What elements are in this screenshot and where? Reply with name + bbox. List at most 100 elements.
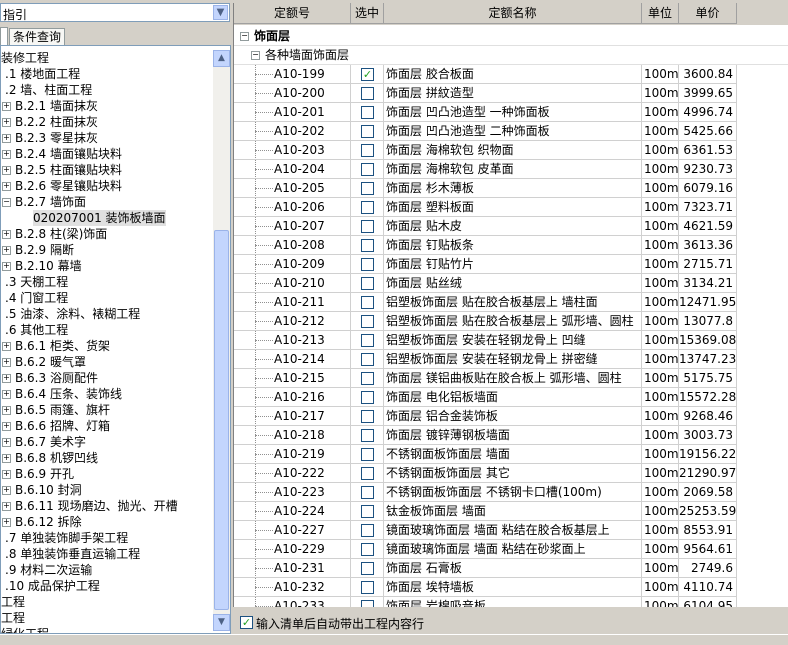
tree-item[interactable]: .1 楼地面工程 bbox=[1, 66, 213, 82]
select-checkbox[interactable] bbox=[361, 600, 374, 607]
expand-icon[interactable]: + bbox=[2, 182, 11, 191]
table-row[interactable]: A10-204 饰面层 海棉软包 皮革面100m29230.73 bbox=[234, 160, 788, 179]
expand-icon[interactable]: + bbox=[2, 422, 11, 431]
table-row[interactable]: A10-216 饰面层 电化铝板墙面100m215572.28 bbox=[234, 388, 788, 407]
select-checkbox[interactable] bbox=[361, 163, 374, 176]
select-checkbox[interactable] bbox=[361, 505, 374, 518]
tree-item[interactable]: 工程 bbox=[1, 594, 213, 610]
tree-item[interactable]: + B.6.10 封洞 bbox=[1, 482, 213, 498]
select-checkbox[interactable] bbox=[361, 334, 374, 347]
collapse-icon[interactable]: − bbox=[2, 198, 11, 207]
select-checkbox[interactable] bbox=[361, 581, 374, 594]
table-row[interactable]: A10-203 饰面层 海棉软包 织物面100m26361.53 bbox=[234, 141, 788, 160]
expand-icon[interactable]: + bbox=[2, 118, 11, 127]
table-row[interactable]: A10-200 饰面层 拼紋造型100m23999.65 bbox=[234, 84, 788, 103]
tree-item[interactable]: .6 其他工程 bbox=[1, 322, 213, 338]
table-row[interactable]: A10-224 钛金板饰面层 墙面100m225253.59 bbox=[234, 502, 788, 521]
select-checkbox[interactable] bbox=[361, 87, 374, 100]
tab-condition-query[interactable]: 条件查询 bbox=[9, 28, 65, 45]
expand-icon[interactable]: + bbox=[2, 342, 11, 351]
table-row[interactable]: A10-215 饰面层 镁铝曲板贴在胶合板上 弧形墙、圆柱100m25175.75 bbox=[234, 369, 788, 388]
tree-item[interactable]: − B.2.7 墙饰面 bbox=[1, 194, 213, 210]
table-row[interactable]: A10-208 饰面层 钉贴板条100m23613.36 bbox=[234, 236, 788, 255]
table-row[interactable]: A10-202 饰面层 凹凸池造型 二种饰面板100m25425.66 bbox=[234, 122, 788, 141]
select-checkbox[interactable] bbox=[361, 429, 374, 442]
table-row[interactable]: A10-211 铝塑板饰面层 贴在胶合板基层上 墙柱面100m212471.95 bbox=[234, 293, 788, 312]
tree-item[interactable]: + B.6.12 拆除 bbox=[1, 514, 213, 530]
scroll-up-icon[interactable]: ▲ bbox=[213, 50, 230, 67]
expand-icon[interactable]: + bbox=[2, 406, 11, 415]
table-row[interactable]: A10-233 饰面层 岩棉吸音板100m26104.95 bbox=[234, 597, 788, 607]
table-row[interactable]: A10-214 铝塑板饰面层 安装在轻钢龙骨上 拼密缝100m213747.23 bbox=[234, 350, 788, 369]
tree-item[interactable]: + B.2.2 柱面抹灰 bbox=[1, 114, 213, 130]
expand-icon[interactable]: + bbox=[2, 230, 11, 239]
tree-item[interactable]: 工程 bbox=[1, 610, 213, 626]
select-checkbox[interactable] bbox=[361, 201, 374, 214]
select-checkbox[interactable] bbox=[361, 144, 374, 157]
tree-item[interactable]: .7 单独装饰脚手架工程 bbox=[1, 530, 213, 546]
tree-item[interactable]: .3 天棚工程 bbox=[1, 274, 213, 290]
table-row[interactable]: A10-227 镜面玻璃饰面层 墙面 粘结在胶合板基层上100m28553.91 bbox=[234, 521, 788, 540]
tree-item[interactable]: .4 门窗工程 bbox=[1, 290, 213, 306]
table-row[interactable]: A10-217 饰面层 铝合金装饰板100m29268.46 bbox=[234, 407, 788, 426]
select-checkbox[interactable] bbox=[361, 277, 374, 290]
tree-item[interactable]: + B.2.1 墙面抹灰 bbox=[1, 98, 213, 114]
expand-icon[interactable]: + bbox=[2, 454, 11, 463]
table-row[interactable]: A10-218 饰面层 镀锌薄钢板墙面100m23003.73 bbox=[234, 426, 788, 445]
tree-item[interactable]: 020207001 装饰板墙面 bbox=[1, 210, 213, 226]
table-row[interactable]: A10-212 铝塑板饰面层 贴在胶合板基层上 弧形墙、圆柱100m213077.… bbox=[234, 312, 788, 331]
expand-icon[interactable]: + bbox=[2, 102, 11, 111]
select-checkbox[interactable] bbox=[361, 106, 374, 119]
tree-item[interactable]: + B.6.7 美术字 bbox=[1, 434, 213, 450]
expand-icon[interactable]: + bbox=[2, 502, 11, 511]
tree-item[interactable]: .8 单独装饰垂直运输工程 bbox=[1, 546, 213, 562]
select-checkbox[interactable] bbox=[361, 467, 374, 480]
select-checkbox[interactable] bbox=[361, 524, 374, 537]
expand-icon[interactable]: + bbox=[2, 134, 11, 143]
select-checkbox[interactable] bbox=[361, 486, 374, 499]
table-row[interactable]: A10-205 饰面层 杉木薄板100m26079.16 bbox=[234, 179, 788, 198]
table-row[interactable]: A10-201 饰面层 凹凸池造型 一种饰面板100m24996.74 bbox=[234, 103, 788, 122]
select-checkbox[interactable] bbox=[361, 239, 374, 252]
table-row[interactable]: A10-232 饰面层 埃特墙板100m24110.74 bbox=[234, 578, 788, 597]
select-checkbox[interactable] bbox=[361, 410, 374, 423]
tree-item[interactable]: + B.2.5 柱面镶贴块料 bbox=[1, 162, 213, 178]
tree-item[interactable]: + B.6.11 现场磨边、抛光、开槽 bbox=[1, 498, 213, 514]
table-row[interactable]: A10-199 ✓ 饰面层 胶合板面100m23600.84 bbox=[234, 65, 788, 84]
tree-item[interactable]: + B.6.6 招牌、灯箱 bbox=[1, 418, 213, 434]
tab-guide[interactable] bbox=[0, 27, 8, 45]
select-checkbox[interactable] bbox=[361, 182, 374, 195]
tree-item[interactable]: + B.6.8 机锣凹线 bbox=[1, 450, 213, 466]
select-checkbox[interactable] bbox=[361, 543, 374, 556]
select-checkbox[interactable] bbox=[361, 391, 374, 404]
tree-item[interactable]: 绿化工程 bbox=[1, 626, 213, 633]
expand-icon[interactable]: + bbox=[2, 262, 11, 271]
expand-icon[interactable]: + bbox=[2, 486, 11, 495]
scroll-down-icon[interactable]: ▼ bbox=[213, 614, 230, 631]
tree-item[interactable]: + B.6.5 雨篷、旗杆 bbox=[1, 402, 213, 418]
tree-item[interactable]: + B.2.9 隔断 bbox=[1, 242, 213, 258]
table-row[interactable]: A10-223 不锈钢面板饰面层 不锈钢卡口槽(100m)100m22069.58 bbox=[234, 483, 788, 502]
table-row[interactable]: A10-206 饰面层 塑料板面100m27323.71 bbox=[234, 198, 788, 217]
table-row[interactable]: A10-213 铝塑板饰面层 安装在轻钢龙骨上 凹缝100m215369.08 bbox=[234, 331, 788, 350]
table-row[interactable]: A10-219 不锈钢面板饰面层 墙面100m219156.22 bbox=[234, 445, 788, 464]
select-checkbox[interactable] bbox=[361, 258, 374, 271]
expand-icon[interactable]: + bbox=[2, 390, 11, 399]
select-checkbox[interactable] bbox=[361, 372, 374, 385]
tree-item[interactable]: 装修工程 bbox=[1, 50, 213, 66]
header-selected[interactable]: 选中 bbox=[351, 3, 384, 24]
select-checkbox[interactable] bbox=[361, 220, 374, 233]
tree-item[interactable]: + B.2.8 柱(梁)饰面 bbox=[1, 226, 213, 242]
table-row[interactable]: A10-222 不锈钢面板饰面层 其它100m221290.97 bbox=[234, 464, 788, 483]
tree-item[interactable]: .5 油漆、涂料、裱糊工程 bbox=[1, 306, 213, 322]
expand-icon[interactable]: + bbox=[2, 166, 11, 175]
table-row[interactable]: A10-231 饰面层 石膏板100m22749.6 bbox=[234, 559, 788, 578]
header-name[interactable]: 定额名称 bbox=[384, 3, 642, 24]
tree-item[interactable]: + B.6.4 压条、装饰线 bbox=[1, 386, 213, 402]
tree-item[interactable]: + B.2.3 零星抹灰 bbox=[1, 130, 213, 146]
select-checkbox[interactable] bbox=[361, 562, 374, 575]
chevron-down-icon[interactable]: ▼ bbox=[213, 5, 228, 20]
tree-item[interactable]: + B.2.4 墙面镶贴块料 bbox=[1, 146, 213, 162]
group-row-level1[interactable]: − 饰面层 bbox=[234, 27, 788, 46]
tree-item[interactable]: .2 墙、柱面工程 bbox=[1, 82, 213, 98]
